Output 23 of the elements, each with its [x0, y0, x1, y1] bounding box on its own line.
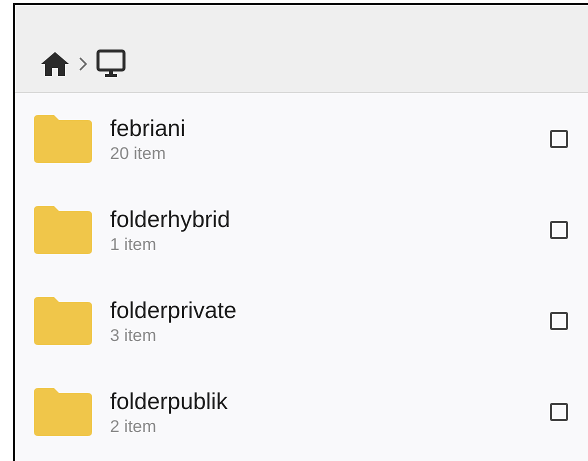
item-count: 20 item	[110, 142, 167, 164]
checkbox[interactable]	[550, 130, 568, 148]
chevron-icon	[78, 56, 88, 72]
folder-row[interactable]: folderprivate 3 item	[15, 275, 588, 366]
folder-name: febriani	[110, 114, 186, 142]
folder-row[interactable]: folderpublik 2 item	[15, 366, 588, 457]
folder-icon	[34, 296, 92, 344]
folder-name: folderprivate	[110, 296, 238, 324]
item-count: 3 item	[110, 324, 158, 346]
folder-name: folderpublik	[110, 386, 229, 416]
folder-row[interactable]: febriani 20 item	[15, 93, 588, 184]
monitor-icon[interactable]	[96, 49, 126, 78]
folder-icon	[34, 206, 92, 254]
folder-name: folderhybrid	[110, 204, 232, 234]
checkbox[interactable]	[550, 312, 568, 330]
item-count: 1 item	[110, 234, 158, 256]
checkbox[interactable]	[550, 220, 568, 238]
folder-icon	[34, 114, 92, 162]
checkbox[interactable]	[550, 402, 568, 420]
home-icon[interactable]	[40, 50, 70, 76]
folder-row[interactable]: folderhybrid 1 item	[15, 184, 588, 275]
folder-icon	[34, 388, 92, 436]
item-count: 2 item	[110, 416, 158, 438]
